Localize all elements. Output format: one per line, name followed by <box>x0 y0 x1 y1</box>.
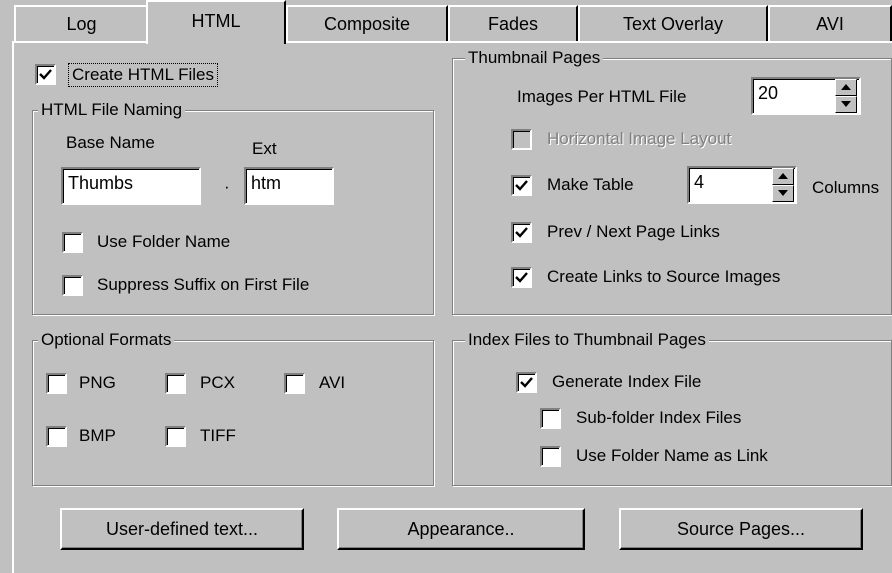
optional-formats-group: Optional Formats <box>32 329 434 486</box>
columns-spin-up-button[interactable] <box>772 168 794 185</box>
spin-down-arrow-icon <box>841 101 851 107</box>
source-links-checkbox[interactable] <box>511 267 532 288</box>
html-settings-dialog: Log HTML Composite Fades Text Overlay AV… <box>0 0 892 573</box>
create-html-checkbox[interactable] <box>35 64 56 85</box>
tab-composite[interactable]: Composite <box>286 5 448 41</box>
pcx-label[interactable]: PCX <box>200 372 235 394</box>
horizontal-layout-label[interactable]: Horizontal Image Layout <box>547 128 731 150</box>
index-files-title: Index Files to Thumbnail Pages <box>465 329 709 351</box>
generate-index-label[interactable]: Generate Index File <box>552 371 701 393</box>
avi-checkbox[interactable] <box>284 373 305 394</box>
columns-spinner[interactable] <box>772 168 794 202</box>
images-per-file-spinner[interactable] <box>835 79 857 113</box>
folder-name-link-checkbox[interactable] <box>540 446 561 467</box>
source-pages-button[interactable]: Source Pages... <box>619 508 863 550</box>
images-spin-up-button[interactable] <box>835 79 857 96</box>
tab-avi[interactable]: AVI <box>768 5 892 41</box>
bmp-checkbox[interactable] <box>46 426 67 447</box>
tab-fades[interactable]: Fades <box>448 5 578 41</box>
tab-text-overlay[interactable]: Text Overlay <box>578 5 768 41</box>
make-table-label[interactable]: Make Table <box>547 174 634 196</box>
columns-spin-down-button[interactable] <box>772 185 794 202</box>
bmp-label[interactable]: BMP <box>79 425 116 447</box>
png-checkbox[interactable] <box>46 373 67 394</box>
columns-label: Columns <box>812 178 880 197</box>
appearance-button[interactable]: Appearance.. <box>337 508 585 550</box>
check-mark-icon <box>515 180 528 191</box>
tiff-checkbox[interactable] <box>165 426 186 447</box>
tab-log[interactable]: Log <box>14 5 149 41</box>
prev-next-label[interactable]: Prev / Next Page Links <box>547 221 720 243</box>
prev-next-checkbox[interactable] <box>511 222 532 243</box>
check-mark-icon <box>515 227 528 238</box>
png-label[interactable]: PNG <box>79 372 116 394</box>
spin-up-arrow-icon <box>778 173 788 179</box>
subfolder-index-label[interactable]: Sub-folder Index Files <box>576 407 741 429</box>
subfolder-index-checkbox[interactable] <box>540 408 561 429</box>
generate-index-checkbox[interactable] <box>516 372 537 393</box>
spin-down-arrow-icon <box>778 190 788 196</box>
ext-label: Ext <box>252 139 277 158</box>
make-table-checkbox[interactable] <box>511 175 532 196</box>
spin-up-arrow-icon <box>841 84 851 90</box>
suppress-suffix-label[interactable]: Suppress Suffix on First File <box>97 274 309 296</box>
thumbnail-pages-title: Thumbnail Pages <box>465 47 604 69</box>
optional-formats-title: Optional Formats <box>38 329 175 351</box>
base-name-input[interactable]: Thumbs <box>61 167 201 205</box>
use-folder-name-checkbox[interactable] <box>62 232 83 253</box>
base-name-label: Base Name <box>66 133 155 152</box>
check-mark-icon <box>515 272 528 283</box>
name-ext-separator: · <box>224 177 230 196</box>
source-links-label[interactable]: Create Links to Source Images <box>547 266 780 288</box>
create-html-label[interactable]: Create HTML Files <box>68 63 219 87</box>
folder-name-link-label[interactable]: Use Folder Name as Link <box>576 445 768 467</box>
check-mark-icon <box>39 69 52 80</box>
html-file-naming-title: HTML File Naming <box>38 99 186 121</box>
check-mark-icon <box>520 377 533 388</box>
tiff-label[interactable]: TIFF <box>200 425 236 447</box>
horizontal-layout-checkbox[interactable] <box>511 129 532 150</box>
use-folder-name-label[interactable]: Use Folder Name <box>97 231 230 253</box>
images-spin-down-button[interactable] <box>835 96 857 113</box>
user-defined-text-button[interactable]: User-defined text... <box>60 508 304 550</box>
ext-input[interactable]: htm <box>244 167 334 205</box>
pcx-checkbox[interactable] <box>165 373 186 394</box>
suppress-suffix-checkbox[interactable] <box>62 275 83 296</box>
avi-label[interactable]: AVI <box>319 372 345 394</box>
images-per-file-label: Images Per HTML File <box>517 87 687 106</box>
tab-html[interactable]: HTML <box>146 0 286 44</box>
